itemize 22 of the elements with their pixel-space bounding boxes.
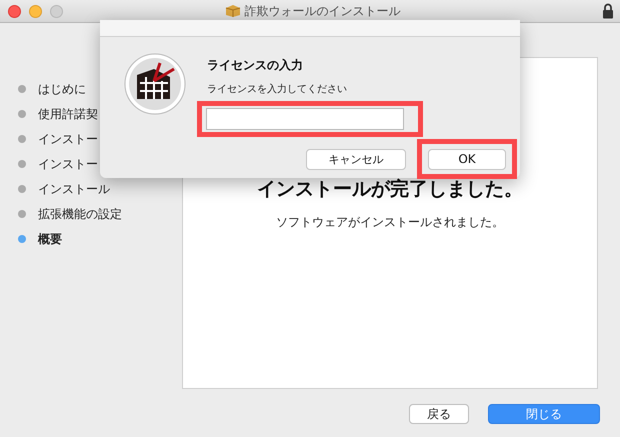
step-label[interactable]: 使用許諾契 [38, 106, 98, 122]
minimize-button[interactable] [29, 4, 42, 18]
completion-message: ソフトウェアがインストールされました。 [276, 214, 504, 231]
step-label[interactable]: 拡張機能の設定 [38, 206, 122, 222]
zoom-button[interactable] [50, 4, 63, 18]
window-title: 詐欺ウォールのインストール [244, 4, 400, 18]
step-label[interactable]: インストー [38, 130, 98, 148]
license-field[interactable] [206, 108, 404, 130]
lock-icon[interactable] [602, 3, 614, 19]
close-button[interactable] [8, 4, 21, 18]
cancel-button[interactable]: キャンセル [306, 149, 406, 170]
back-button[interactable]: 戻る [409, 404, 469, 424]
step-label[interactable]: 概要 [38, 230, 62, 248]
package-icon [224, 4, 240, 18]
dialog-title: ライセンスの入力 [207, 57, 304, 74]
step-label[interactable]: インストー [38, 156, 98, 172]
step-label[interactable]: インストール [38, 180, 110, 198]
step-label[interactable]: はじめに [38, 80, 86, 98]
completion-heading: インストールが完了しました。 [257, 177, 523, 202]
ok-button[interactable]: OK [428, 148, 506, 170]
dialog-prompt: ライセンスを入力してください [207, 82, 348, 96]
building-icon [124, 53, 186, 115]
